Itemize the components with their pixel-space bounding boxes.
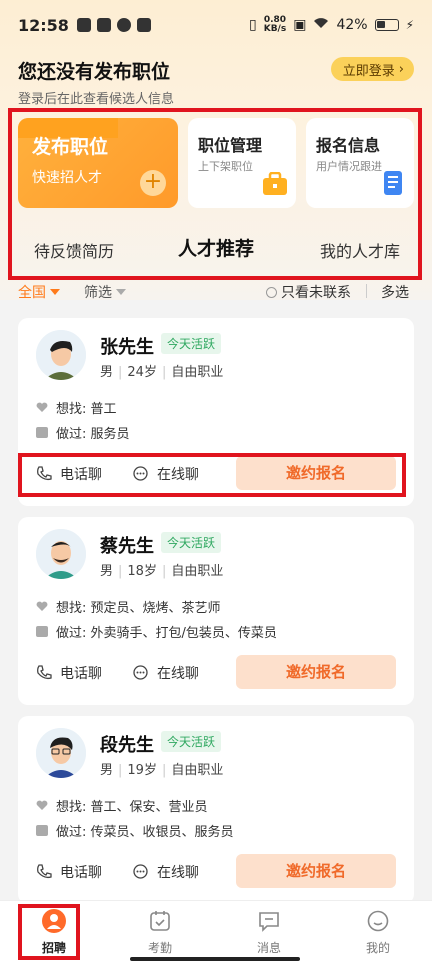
invite-signup-button[interactable]: 邀约报名 [236, 854, 396, 888]
candidate-meta: 男 | 24岁 | 自由职业 [100, 365, 224, 380]
dropdown-icon [50, 289, 60, 295]
action-cards: 发布职位 快速招人才 + 职位管理 上下架职位 报名信息 用户情况跟进 [18, 118, 416, 208]
invite-signup-button[interactable]: 邀约报名 [236, 655, 396, 689]
candidate-meta: 男 | 19岁 | 自由职业 [100, 763, 224, 778]
post-job-subtitle: 快速招人才 [32, 170, 102, 186]
wifi-icon [313, 17, 329, 33]
region-filter[interactable]: 全国 [18, 282, 60, 302]
tab-my-talent-pool[interactable]: 我的人才库 [320, 238, 400, 262]
vibrate-icon: ▯ [249, 17, 257, 33]
signup-info-card[interactable]: 报名信息 用户情况跟进 [306, 118, 414, 208]
job-manage-card[interactable]: 职位管理 上下架职位 [188, 118, 296, 208]
smile-icon [367, 910, 389, 932]
avatar [36, 529, 86, 579]
post-job-card[interactable]: 发布职位 快速招人才 + [18, 118, 178, 208]
avatar [36, 330, 86, 380]
app-notification-icon [76, 18, 91, 32]
document-icon [382, 170, 406, 200]
status-time: 12:58 [18, 15, 69, 35]
heart-icon [36, 601, 48, 611]
net-speed: 0.80 KB/s [263, 15, 287, 34]
wanted-jobs: 想找: 普工、保安、营业员 [36, 796, 208, 815]
plus-icon: + [140, 170, 166, 196]
candidate-name: 张先生 [100, 337, 154, 358]
dropdown-icon [116, 289, 126, 295]
multi-select-button[interactable]: 多选 [381, 282, 409, 302]
briefcase-icon [262, 171, 288, 200]
heart-icon [36, 402, 48, 412]
page-subtitle: 登录后在此查看候选人信息 [18, 92, 175, 107]
candidate-name: 蔡先生 [100, 536, 154, 557]
chat-bubble-icon [133, 466, 148, 481]
phone-icon [37, 665, 52, 680]
tab-bar: 待反馈简历 人才推荐 我的人才库 [18, 226, 416, 270]
job-manage-title: 职位管理 [198, 136, 263, 155]
candidate-card[interactable]: 张先生 今天活跃 男 | 24岁 | 自由职业 想找: 普工 做过: 服务员 电话聊 在… [18, 318, 414, 506]
page-title: 您还没有发布职位 [18, 61, 171, 83]
briefcase-icon [36, 626, 48, 637]
app-notification-icon-2 [116, 18, 131, 32]
message-notification-icon [96, 18, 111, 32]
status-badge: 今天活跃 [161, 532, 222, 553]
phone-icon [37, 864, 52, 879]
chat-bubble-icon [133, 864, 148, 879]
online-chat-button[interactable]: 在线聊 [132, 862, 199, 882]
status-badge: 今天活跃 [161, 333, 222, 354]
tab-pending-resume[interactable]: 待反馈简历 [34, 238, 114, 262]
screen-filter[interactable]: 筛选 [84, 282, 126, 302]
online-chat-button[interactable]: 在线聊 [132, 464, 199, 484]
wanted-jobs: 想找: 预定员、烧烤、茶艺师 [36, 597, 221, 616]
candidate-card[interactable]: 段先生 今天活跃 男 | 19岁 | 自由职业 想找: 普工、保安、营业员 做过: 传菜… [18, 716, 414, 904]
invite-signup-button[interactable]: 邀约报名 [236, 456, 396, 490]
past-jobs: 做过: 服务员 [36, 423, 130, 442]
nav-messages[interactable]: 消息 [239, 909, 299, 956]
bottom-nav: 招聘 考勤 消息 我的 [0, 900, 432, 964]
job-manage-subtitle: 上下架职位 [198, 160, 253, 173]
candidate-meta: 男 | 18岁 | 自由职业 [100, 564, 224, 579]
briefcase-icon [36, 427, 48, 438]
online-chat-button[interactable]: 在线聊 [132, 663, 199, 683]
chevron-right-icon: › [398, 61, 404, 77]
message-icon [259, 912, 279, 932]
nav-attendance[interactable]: 考勤 [130, 909, 190, 956]
calendar-check-icon [150, 911, 170, 931]
avatar [36, 728, 86, 778]
past-jobs: 做过: 外卖骑手、打包/包装员、传菜员 [36, 622, 277, 641]
phone-chat-button[interactable]: 电话聊 [36, 862, 102, 882]
tab-talent-recommend[interactable]: 人才推荐 [178, 234, 258, 265]
phone-chat-button[interactable]: 电话聊 [36, 663, 102, 683]
heart-icon [36, 800, 48, 810]
candidate-name: 段先生 [100, 735, 154, 756]
charging-icon: ⚡ [405, 18, 414, 32]
divider [366, 284, 367, 298]
phone-icon [37, 466, 52, 481]
briefcase-icon [36, 825, 48, 836]
app-notification-icon-3 [136, 18, 151, 32]
wanted-jobs: 想找: 普工 [36, 398, 117, 417]
signup-info-title: 报名信息 [316, 136, 381, 155]
home-indicator[interactable] [130, 957, 300, 961]
chat-bubble-icon [133, 665, 148, 680]
past-jobs: 做过: 传菜员、收银员、服务员 [36, 821, 234, 840]
status-badge: 今天活跃 [161, 731, 222, 752]
nav-profile[interactable]: 我的 [348, 909, 408, 956]
radio-icon [266, 286, 277, 298]
phone-chat-button[interactable]: 电话聊 [36, 464, 102, 484]
nav-recruit[interactable]: 招聘 [24, 909, 84, 956]
signup-info-subtitle: 用户情况跟进 [316, 160, 382, 173]
battery-percent: 42% [336, 17, 368, 33]
battery-icon [374, 19, 399, 31]
post-job-title: 发布职位 [32, 136, 109, 158]
filter-row: 全国 筛选 只看未联系 多选 [0, 278, 432, 304]
login-button[interactable]: 立即登录 › [330, 57, 414, 81]
recruit-icon [42, 909, 66, 933]
candidate-card[interactable]: 蔡先生 今天活跃 男 | 18岁 | 自由职业 想找: 预定员、烧烤、茶艺师 做过: 外… [18, 517, 414, 705]
unseen-only-toggle[interactable]: 只看未联系 [266, 282, 351, 302]
status-bar: 12:58 ▯ 0.80 KB/s ▣ 42% ⚡ [0, 0, 432, 50]
sim-icon: ▣ [293, 17, 307, 33]
